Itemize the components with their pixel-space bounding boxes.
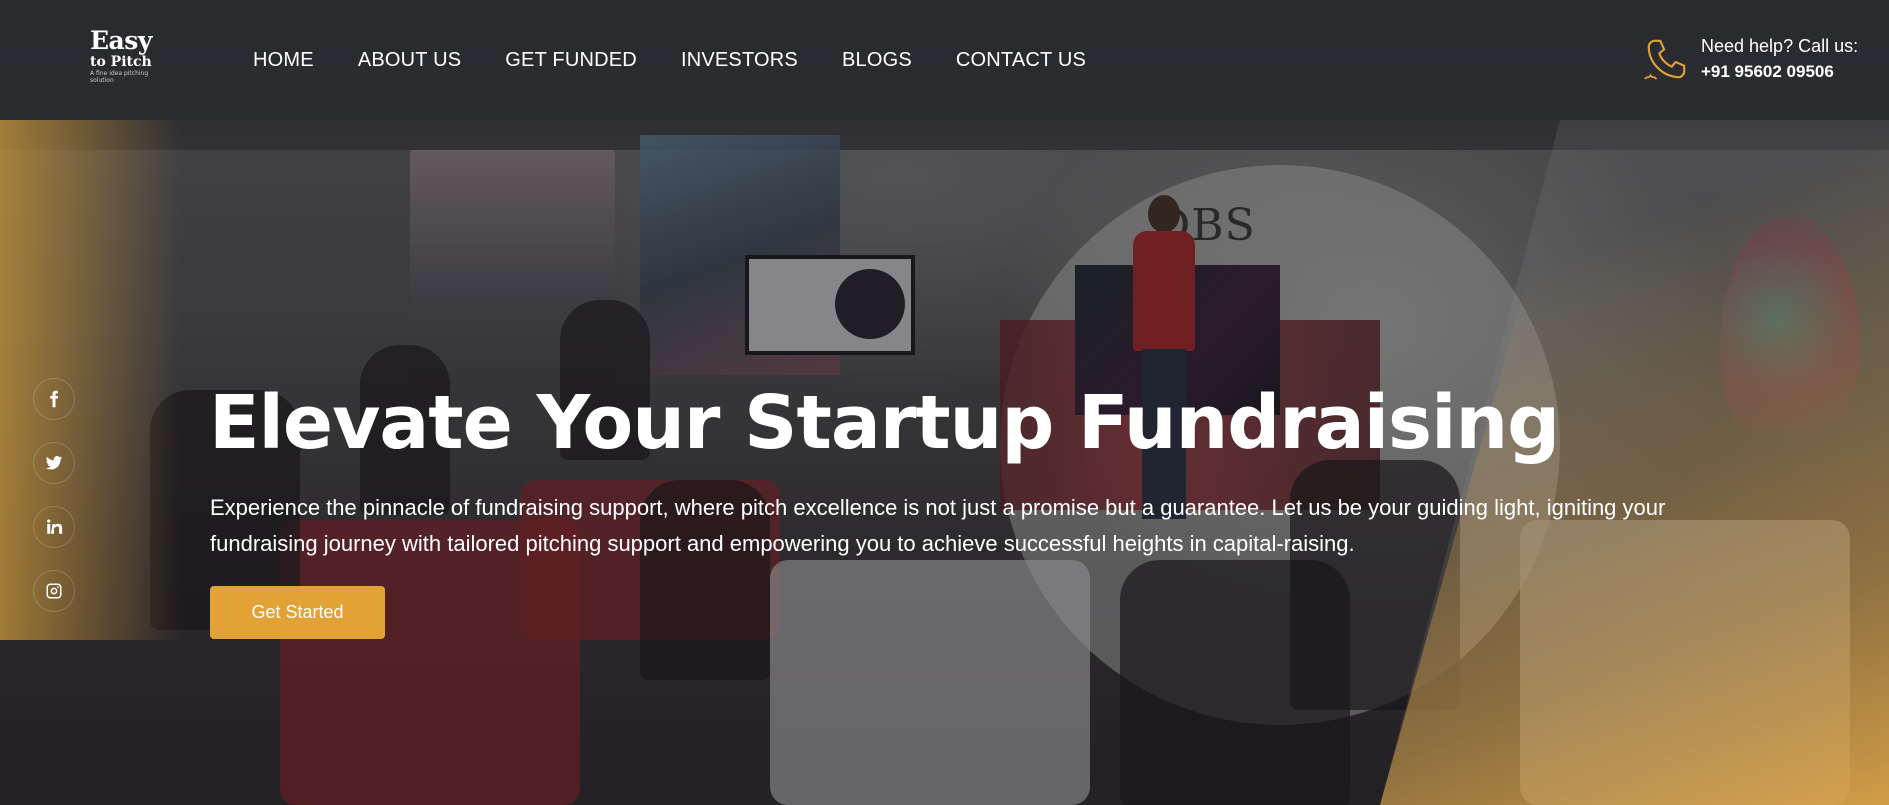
logo-tagline: A fine idea pitching solution [90,70,149,84]
get-started-button[interactable]: Get Started [210,586,385,639]
help-label: Need help? Call us: [1701,36,1859,56]
nav-home[interactable]: HOME [253,49,314,72]
site-header: Easy to Pitch A fine idea pitching solut… [0,0,1889,120]
nav-contact-us[interactable]: CONTACT US [956,49,1086,72]
gold-gradient-left [0,120,180,640]
twitter-link[interactable] [33,442,75,484]
help-contact[interactable]: Need help? Call us: +91 95602 09506 [1643,36,1858,85]
instagram-icon [46,583,62,599]
logo-text: Easy [90,26,152,55]
hero-title: Elevate Your Startup Fundraising [209,380,1560,466]
social-links [33,378,75,612]
brand-logo[interactable]: Easy to Pitch A fine idea pitching solut… [90,28,160,84]
nav-blogs[interactable]: BLOGS [842,49,912,72]
linkedin-icon [47,519,63,534]
main-nav: HOME ABOUT US GET FUNDED INVESTORS BLOGS… [253,49,1130,72]
facebook-icon [50,390,59,408]
logo-subtext: to Pitch [90,54,152,70]
help-text: Need help? Call us: +91 95602 09506 [1701,36,1858,85]
twitter-icon [45,456,63,470]
help-phone-number[interactable]: +91 95602 09506 [1701,58,1858,85]
phone-icon [1644,39,1686,80]
hero-description: Experience the pinnacle of fundraising s… [210,495,1666,556]
linkedin-link[interactable] [33,506,75,548]
facebook-link[interactable] [33,378,75,420]
nav-get-funded[interactable]: GET FUNDED [505,49,637,72]
instagram-link[interactable] [33,570,75,612]
nav-about-us[interactable]: ABOUT US [358,49,461,72]
nav-investors[interactable]: INVESTORS [681,49,798,72]
